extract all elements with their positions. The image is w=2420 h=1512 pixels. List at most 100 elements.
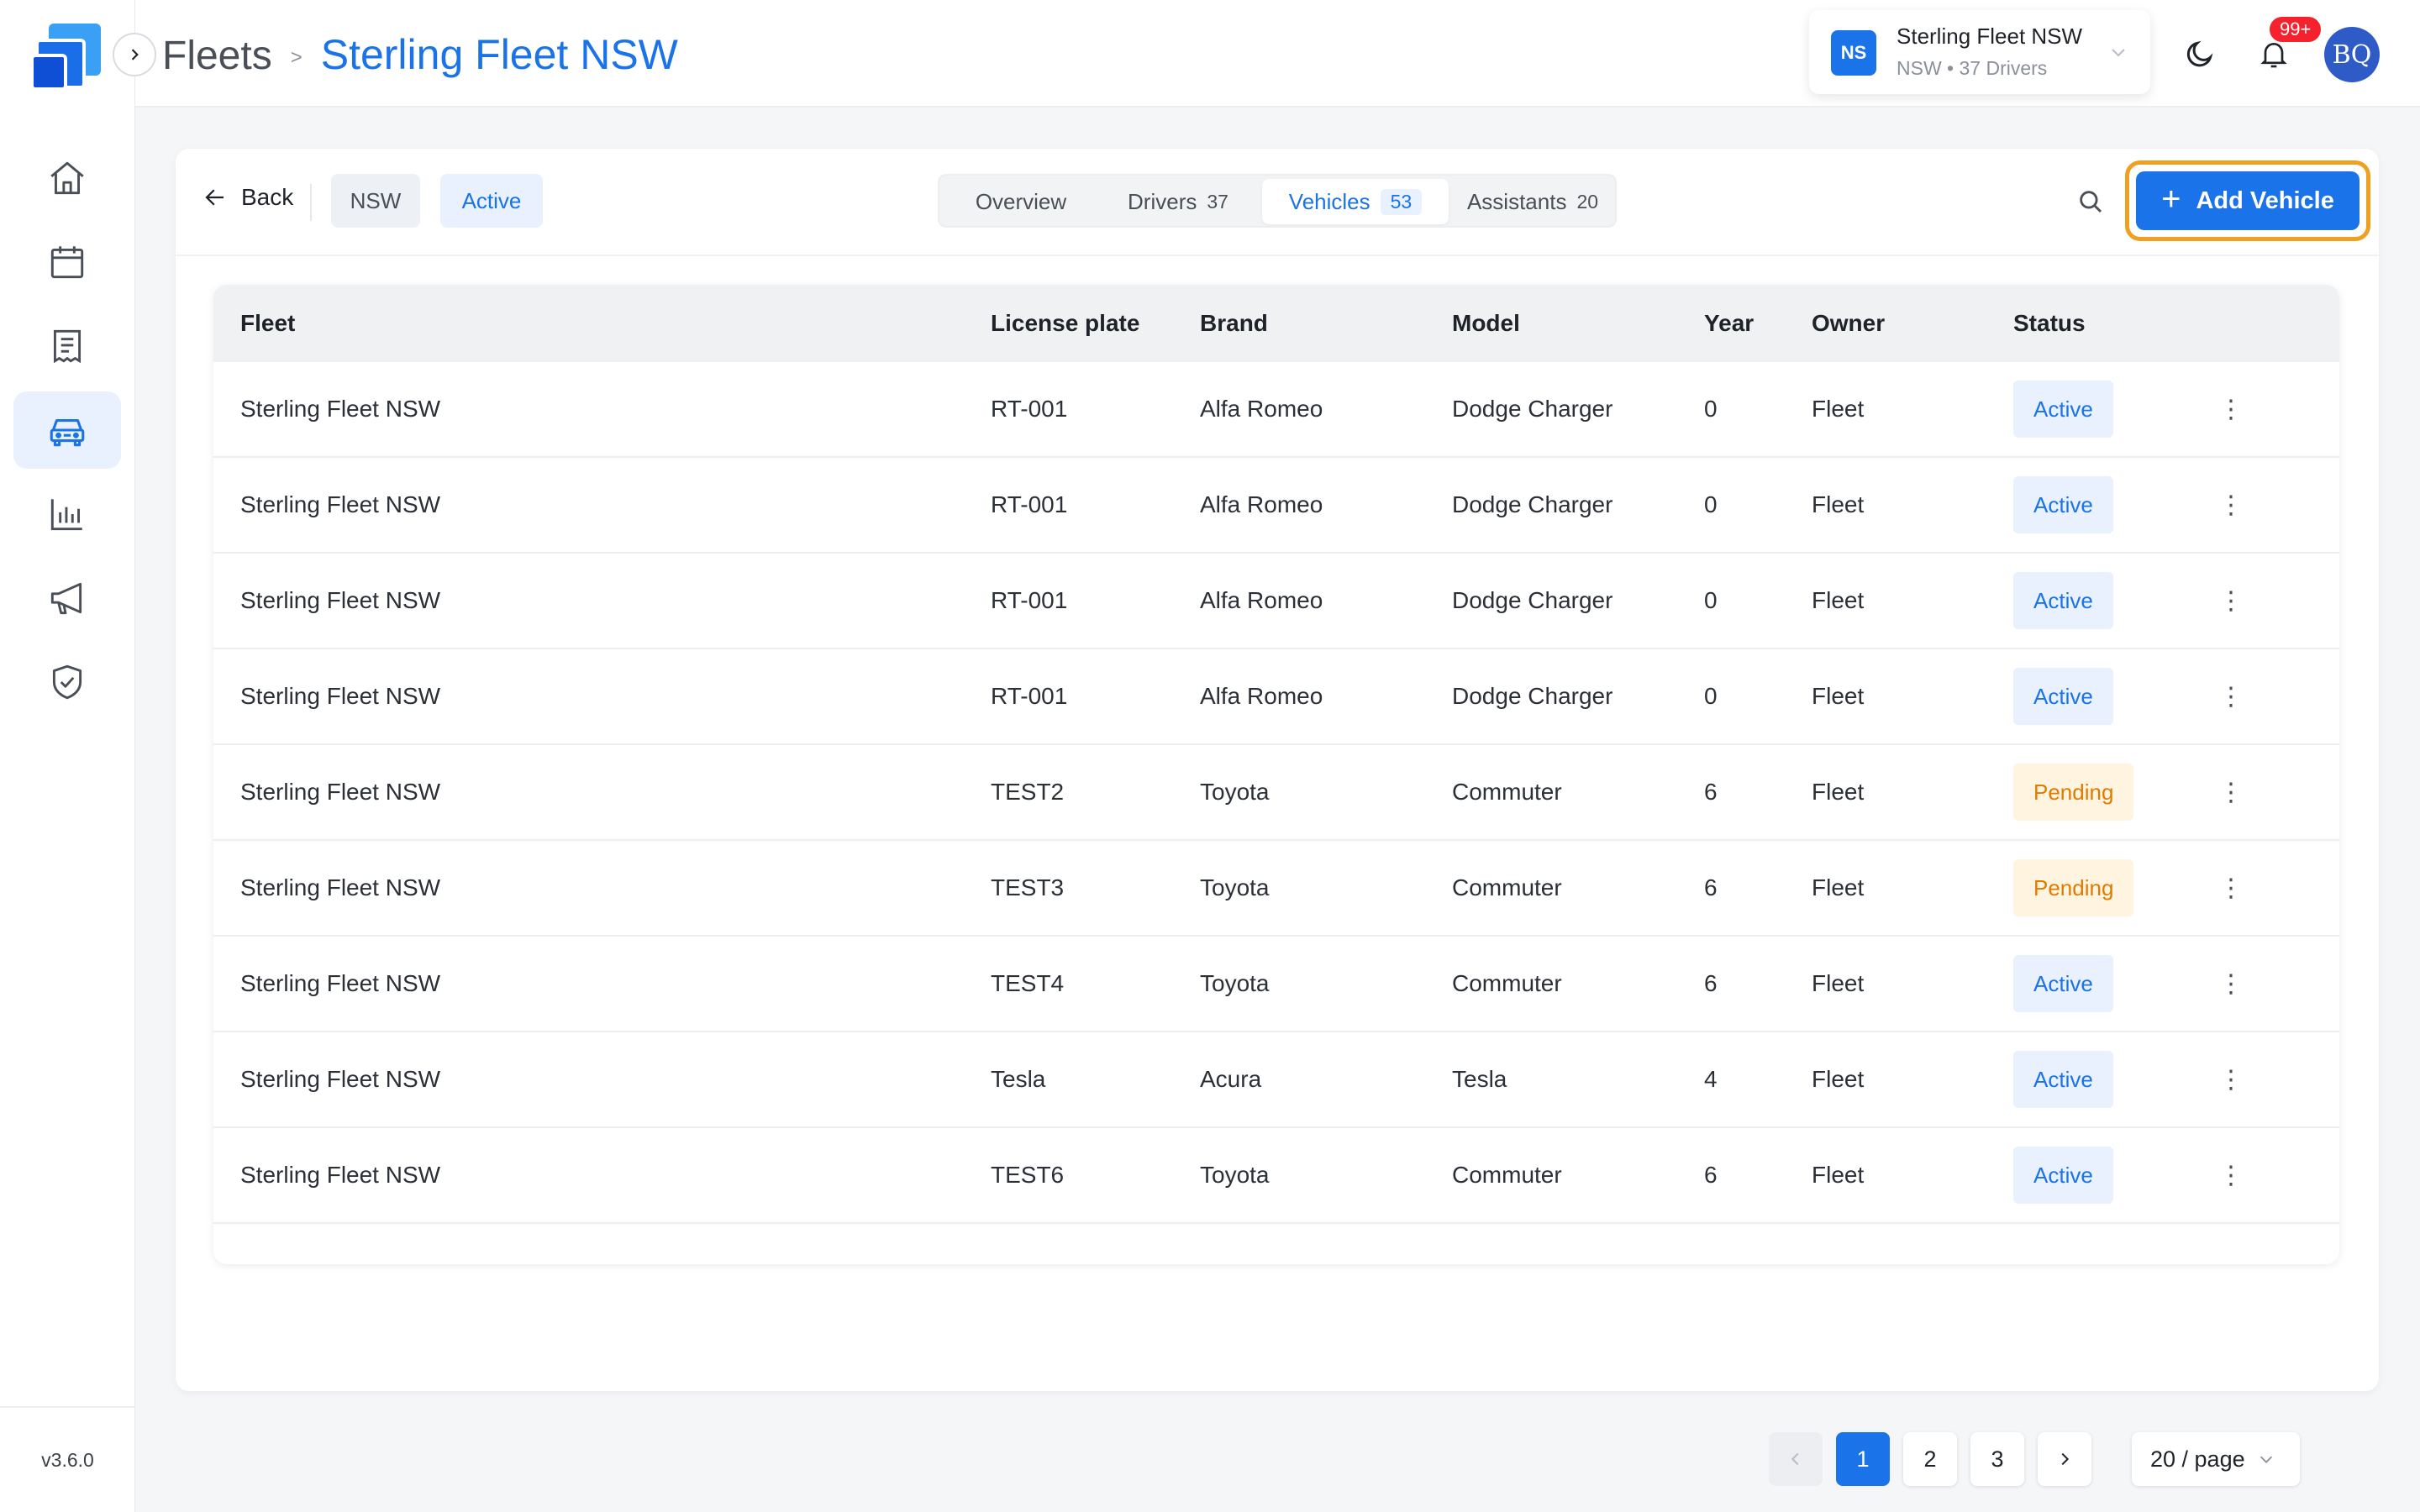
car-icon	[50, 418, 85, 447]
table-row[interactable]: Sterling Fleet NSW TEST2 Toyota Commuter 6 Fl…	[213, 745, 2339, 841]
column-header-year[interactable]: Year	[1704, 285, 1754, 362]
tab-count: 53	[1380, 188, 1423, 215]
status-badge: Active	[2013, 668, 2113, 725]
status-badge: Pending	[2013, 859, 2134, 916]
back-button[interactable]: Back	[203, 184, 293, 211]
fleet-switcher[interactable]: NS Sterling Fleet NSW NSW • 37 Drivers	[1809, 10, 2150, 94]
cell-year: 6	[1704, 779, 1718, 805]
row-menu-icon[interactable]: ⋮	[2214, 458, 2248, 552]
column-header-license-plate[interactable]: License plate	[991, 285, 1139, 362]
table-row[interactable]: Sterling Fleet NSW TEST3 Toyota Commuter 6 Fl…	[213, 841, 2339, 937]
cell-fleet: Sterling Fleet NSW	[240, 587, 441, 613]
cell-year: 0	[1704, 587, 1718, 613]
app-version: v3.6.0	[41, 1449, 94, 1471]
sidebar-item-reports[interactable]	[13, 475, 121, 553]
sidebar-item-calendar[interactable]	[13, 223, 121, 301]
breadcrumb-root[interactable]: Fleets	[162, 33, 272, 79]
column-header-model[interactable]: Model	[1452, 285, 1520, 362]
shield-check-icon	[52, 664, 82, 700]
row-menu-icon[interactable]: ⋮	[2214, 362, 2248, 456]
cell-fleet: Sterling Fleet NSW	[240, 970, 441, 996]
cell-license-plate: RT-001	[991, 396, 1068, 422]
add-vehicle-button[interactable]: + Add Vehicle	[2136, 171, 2360, 230]
search-icon[interactable]	[2076, 187, 2105, 216]
tab-label: Overview	[975, 188, 1067, 214]
table-row[interactable]: Sterling Fleet NSW Tesla Acura Tesla 4 Fleet A…	[213, 1032, 2339, 1128]
table-row[interactable]: Sterling Fleet NSW RT-001 Alfa Romeo Dodge …	[213, 362, 2339, 458]
row-menu-icon[interactable]: ⋮	[2214, 841, 2248, 935]
tab-overview[interactable]: Overview	[948, 179, 1094, 224]
status-badge: Pending	[2013, 764, 2134, 821]
toolbar-divider	[310, 184, 312, 221]
status-badge: Active	[2013, 381, 2113, 438]
cell-brand: Toyota	[1200, 970, 1270, 996]
cell-status: Active	[2013, 458, 2113, 552]
sidebar-item-home[interactable]	[13, 139, 121, 217]
cell-status: Active	[2013, 1128, 2113, 1222]
cell-license-plate: RT-001	[991, 683, 1068, 709]
page-size-select[interactable]: 20 / page	[2132, 1432, 2300, 1486]
column-header-fleet[interactable]: Fleet	[240, 285, 295, 362]
sidebar-item-vehicles[interactable]	[13, 391, 121, 469]
cell-status: Active	[2013, 937, 2113, 1031]
next-page-button[interactable]	[2038, 1432, 2091, 1486]
tab-label: Drivers	[1128, 188, 1197, 214]
moon-icon[interactable]	[2183, 37, 2217, 71]
cell-year: 0	[1704, 683, 1718, 709]
cell-fleet: Sterling Fleet NSW	[240, 779, 441, 805]
row-menu-icon[interactable]: ⋮	[2214, 937, 2248, 1031]
status-chip: Active	[440, 174, 543, 228]
sidebar-item-announcements[interactable]	[13, 559, 121, 637]
column-header-brand[interactable]: Brand	[1200, 285, 1268, 362]
cell-model: Commuter	[1452, 874, 1562, 900]
table-row[interactable]: Sterling Fleet NSW RT-001 Alfa Romeo Dodge …	[213, 458, 2339, 554]
row-menu-icon[interactable]: ⋮	[2214, 554, 2248, 648]
cell-brand: Alfa Romeo	[1200, 491, 1323, 517]
cell-year: 6	[1704, 874, 1718, 900]
sidebar-item-compliance[interactable]	[13, 643, 121, 721]
row-menu-icon[interactable]: ⋮	[2214, 1128, 2248, 1222]
sidebar-toggle-button[interactable]	[113, 33, 156, 76]
tab-count: 20	[1576, 190, 1599, 213]
page-button-2[interactable]: 2	[1903, 1432, 1957, 1486]
cell-owner: Fleet	[1812, 779, 1865, 805]
page-button-3[interactable]: 3	[1970, 1432, 2024, 1486]
cell-fleet: Sterling Fleet NSW	[240, 1066, 441, 1092]
cell-brand: Toyota	[1200, 874, 1270, 900]
row-menu-icon[interactable]: ⋮	[2214, 649, 2248, 743]
cell-year: 6	[1704, 1162, 1718, 1188]
breadcrumb: Fleets > Sterling Fleet NSW	[162, 30, 678, 79]
megaphone-icon	[50, 582, 82, 615]
tab-vehicles[interactable]: Vehicles 53	[1262, 179, 1449, 224]
cell-fleet: Sterling Fleet NSW	[240, 491, 441, 517]
prev-page-button[interactable]	[1769, 1432, 1823, 1486]
column-header-owner[interactable]: Owner	[1812, 285, 1885, 362]
sidebar-item-documents[interactable]	[13, 307, 121, 385]
tab-drivers[interactable]: Drivers 37	[1096, 179, 1260, 224]
tab-assistants[interactable]: Assistants 20	[1450, 179, 1615, 224]
region-chip: NSW	[331, 174, 420, 228]
cell-license-plate: TEST6	[991, 1162, 1065, 1188]
row-menu-icon[interactable]: ⋮	[2214, 1032, 2248, 1126]
table-row[interactable]: Sterling Fleet NSW TEST4 Toyota Commuter 6 Fl…	[213, 937, 2339, 1032]
app-logo[interactable]	[30, 22, 104, 92]
tab-count: 37	[1207, 190, 1228, 213]
table-row[interactable]: Sterling Fleet NSW RT-001 Alfa Romeo Dodge …	[213, 649, 2339, 745]
calendar-icon	[50, 246, 84, 279]
bar-chart-icon	[50, 499, 82, 531]
vehicles-table: Fleet License plate Brand Model Year Own…	[213, 285, 2339, 1264]
page-button-1[interactable]: 1	[1836, 1432, 1890, 1486]
table-row[interactable]: Sterling Fleet NSW RT-001 Alfa Romeo Dodge …	[213, 554, 2339, 649]
row-menu-icon[interactable]: ⋮	[2214, 745, 2248, 839]
cell-model: Commuter	[1452, 970, 1562, 996]
cell-license-plate: RT-001	[991, 491, 1068, 517]
cell-fleet: Sterling Fleet NSW	[240, 1162, 441, 1188]
cell-owner: Fleet	[1812, 683, 1865, 709]
table-row[interactable]: Sterling Fleet NSW TEST6 Toyota Commuter 6 Fl…	[213, 1128, 2339, 1224]
tab-label: Assistants	[1466, 188, 1567, 214]
chevron-left-icon	[1791, 1452, 1799, 1466]
cell-brand: Alfa Romeo	[1200, 683, 1323, 709]
cell-license-plate: Tesla	[991, 1066, 1046, 1092]
user-avatar[interactable]: BQ	[2324, 27, 2380, 82]
column-header-status[interactable]: Status	[2013, 285, 2086, 362]
